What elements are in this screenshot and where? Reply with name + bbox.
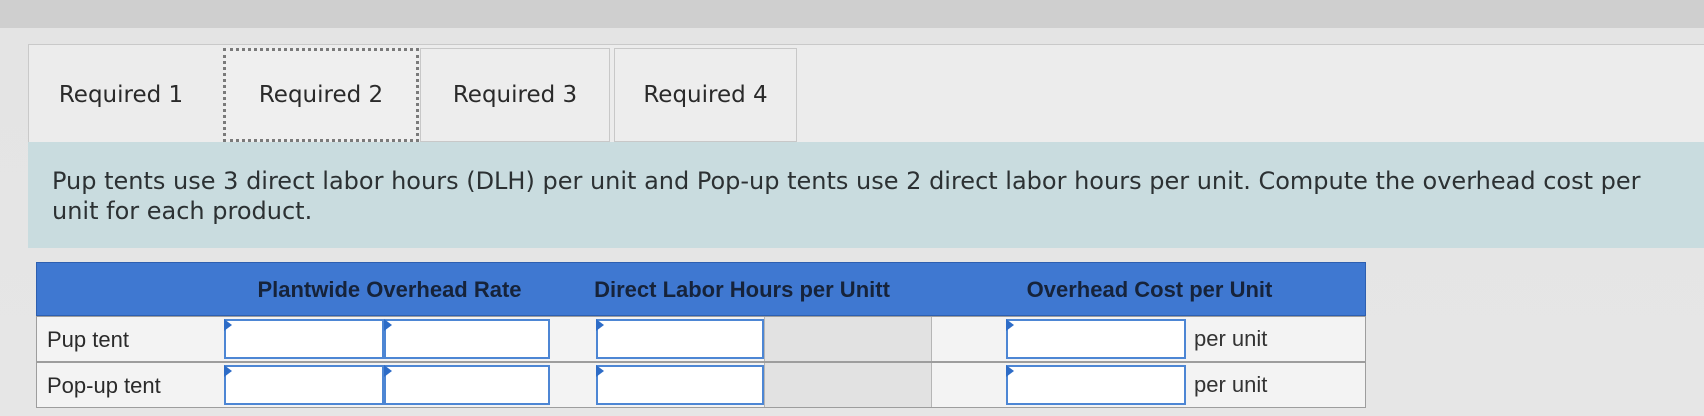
pup-rate-input[interactable] <box>224 319 384 359</box>
tab-label: Required 3 <box>452 82 578 108</box>
pup-dlh-input[interactable] <box>596 319 764 359</box>
header-overhead-cost: Overhead Cost per Unit <box>1026 277 1273 302</box>
popup-rate-input-2[interactable] <box>384 365 550 405</box>
tab-label: Required 1 <box>58 82 184 108</box>
tab-required-2[interactable]: Required 2 <box>223 48 419 142</box>
tab-required-4[interactable]: Required 4 <box>614 48 797 142</box>
pup-cost-input[interactable] <box>1006 319 1186 359</box>
header-plantwide-rate: Plantwide Overhead Rate <box>257 277 522 302</box>
pup-rate-input-2[interactable] <box>384 319 550 359</box>
popup-blank-cell <box>764 363 932 407</box>
pup-blank-cell <box>764 317 932 361</box>
header-dlh-per-unit: Direct Labor Hours per Unitt <box>594 277 890 302</box>
tab-required-3[interactable]: Required 3 <box>420 48 610 142</box>
popup-unit-label: per unit <box>1194 372 1268 397</box>
table-header-row: Plantwide Overhead Rate Direct Labor Hou… <box>36 262 1366 316</box>
row-label: Pup tent <box>47 327 129 352</box>
popup-cost-input[interactable] <box>1006 365 1186 405</box>
tab-label: Required 2 <box>258 82 384 108</box>
tab-required-1[interactable]: Required 1 <box>32 48 210 142</box>
pup-unit-label: per unit <box>1194 326 1268 351</box>
row-label: Pop-up tent <box>47 373 161 398</box>
tab-label: Required 4 <box>643 82 768 108</box>
popup-dlh-input[interactable] <box>596 365 764 405</box>
popup-rate-input[interactable] <box>224 365 384 405</box>
instruction-text: Pup tents use 3 direct labor hours (DLH)… <box>28 142 1704 248</box>
